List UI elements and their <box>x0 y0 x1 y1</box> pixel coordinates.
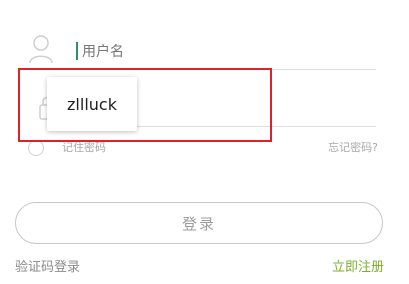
autofill-popup: zllluck <box>47 77 137 131</box>
login-screen: 记住密码 忘记密码? 登录 验证码登录 立即注册 zllluck <box>0 0 409 284</box>
remember-password-label: 记住密码 <box>62 141 106 154</box>
autofill-suggestion[interactable]: zllluck <box>47 77 137 131</box>
register-link[interactable]: 立即注册 <box>332 256 384 275</box>
remember-password-checkbox[interactable] <box>28 140 44 156</box>
forgot-password-link[interactable]: 忘记密码? <box>328 141 378 155</box>
username-divider <box>76 69 376 70</box>
remember-row: 记住密码 忘记密码? <box>26 138 378 158</box>
sms-login-link[interactable]: 验证码登录 <box>15 256 80 275</box>
user-icon <box>28 34 54 64</box>
login-button[interactable]: 登录 <box>15 202 383 244</box>
username-row <box>28 34 382 70</box>
text-caret <box>76 42 78 60</box>
header-fragment <box>95 0 315 6</box>
username-input[interactable] <box>76 40 382 64</box>
